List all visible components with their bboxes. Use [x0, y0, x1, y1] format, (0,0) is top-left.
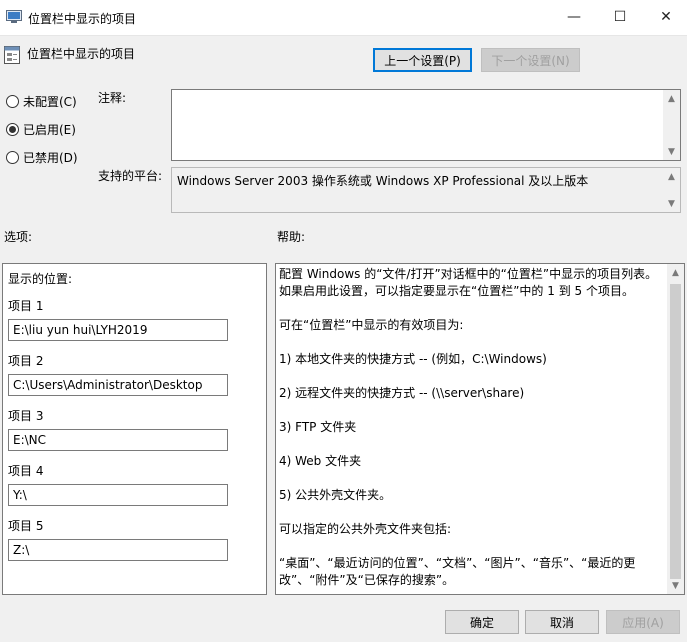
radio-enabled[interactable]: 已启用(E): [6, 121, 76, 138]
minimize-icon: —: [567, 9, 581, 25]
comment-textarea[interactable]: ▲ ▼: [171, 89, 681, 161]
help-paragraph: 1) 本地文件夹的快捷方式 -- (例如，C:\Windows): [279, 352, 547, 366]
help-paragraph: 3) FTP 文件夹: [279, 420, 357, 434]
item-1-input[interactable]: E:\liu yun hui\LYH2019: [8, 319, 228, 341]
help-paragraph: 可以指定的公共外壳文件夹包括:: [279, 522, 452, 536]
platform-scrollbar[interactable]: ▲ ▼: [663, 168, 680, 212]
help-pane[interactable]: 配置 Windows 的“文件/打开”对话框中的“位置栏”中显示的项目列表。如果…: [275, 263, 685, 595]
help-paragraph: 可在“位置栏”中显示的有效项目为:: [279, 318, 464, 332]
minimize-button[interactable]: —: [551, 0, 597, 34]
policy-app-icon: [6, 10, 22, 23]
help-paragraph: 配置 Windows 的“文件/打开”对话框中的“位置栏”中显示的项目列表。如果…: [279, 267, 658, 298]
scroll-up-icon[interactable]: ▲: [663, 90, 680, 107]
item-3-input[interactable]: E:\NC: [8, 429, 228, 451]
radio-enabled-label: 已启用(E): [23, 123, 76, 137]
next-setting-button[interactable]: 下一个设置(N): [481, 48, 580, 72]
radio-not-configured-label: 未配置(C): [23, 95, 77, 109]
title-bar[interactable]: 位置栏中显示的项目 — ☐ ✕: [0, 0, 687, 36]
item-1-label: 项目 1: [8, 299, 44, 313]
help-paragraph: “桌面”、“最近访问的位置”、“文档”、“图片”、“音乐”、“最近的更改”、“附…: [279, 556, 636, 587]
help-label: 帮助:: [277, 230, 306, 244]
help-paragraph: 4) Web 文件夹: [279, 454, 362, 468]
platform-value: Windows Server 2003 操作系统或 Windows XP Pro…: [177, 174, 589, 188]
help-scroll-thumb[interactable]: [670, 284, 681, 579]
comment-label: 注释:: [98, 91, 127, 105]
platform-label: 支持的平台:: [98, 169, 163, 183]
locations-heading: 显示的位置:: [8, 272, 73, 286]
radio-selected-dot: [9, 126, 16, 133]
maximize-icon: ☐: [613, 9, 627, 25]
item-5-label: 项目 5: [8, 519, 44, 533]
scroll-down-icon[interactable]: ▼: [667, 577, 684, 594]
apply-label: 应用(A): [622, 615, 664, 630]
radio-disabled-label: 已禁用(D): [23, 151, 78, 165]
ok-button[interactable]: 确定: [445, 610, 519, 634]
radio-not-configured[interactable]: 未配置(C): [6, 93, 77, 110]
policy-name: 位置栏中显示的项目: [27, 47, 136, 61]
help-paragraph: 2) 远程文件夹的快捷方式 -- (\\server\share): [279, 386, 525, 400]
previous-setting-label: 上一个设置(P): [384, 53, 461, 68]
next-setting-label: 下一个设置(N): [491, 53, 570, 68]
maximize-button[interactable]: ☐: [597, 0, 643, 34]
platform-box: Windows Server 2003 操作系统或 Windows XP Pro…: [171, 167, 681, 213]
scroll-down-icon[interactable]: ▼: [663, 143, 680, 160]
item-4-input[interactable]: Y:\: [8, 484, 228, 506]
item-2-input[interactable]: C:\Users\Administrator\Desktop: [8, 374, 228, 396]
item-5-input[interactable]: Z:\: [8, 539, 228, 561]
window-title: 位置栏中显示的项目: [28, 12, 137, 26]
item-3-label: 项目 3: [8, 409, 44, 423]
help-text: 配置 Windows 的“文件/打开”对话框中的“位置栏”中显示的项目列表。如果…: [279, 266, 662, 594]
options-pane: 显示的位置: 项目 1 E:\liu yun hui\LYH2019 项目 2 …: [2, 263, 267, 595]
options-label: 选项:: [4, 230, 33, 244]
comment-scrollbar[interactable]: ▲ ▼: [663, 90, 680, 160]
scroll-up-icon[interactable]: ▲: [667, 264, 684, 281]
help-scrollbar[interactable]: ▲ ▼: [667, 264, 684, 594]
policy-setting-icon: [4, 46, 20, 64]
scroll-up-icon[interactable]: ▲: [663, 168, 680, 185]
close-button[interactable]: ✕: [643, 0, 687, 34]
cancel-label: 取消: [549, 615, 574, 630]
apply-button[interactable]: 应用(A): [606, 610, 680, 634]
ok-label: 确定: [469, 615, 494, 630]
previous-setting-button[interactable]: 上一个设置(P): [373, 48, 472, 72]
scroll-down-icon[interactable]: ▼: [663, 195, 680, 212]
close-icon: ✕: [660, 9, 672, 25]
radio-disabled[interactable]: 已禁用(D): [6, 149, 78, 166]
item-4-label: 项目 4: [8, 464, 44, 478]
item-2-label: 项目 2: [8, 354, 44, 368]
help-paragraph: 5) 公共外壳文件夹。: [279, 488, 392, 502]
cancel-button[interactable]: 取消: [525, 610, 599, 634]
